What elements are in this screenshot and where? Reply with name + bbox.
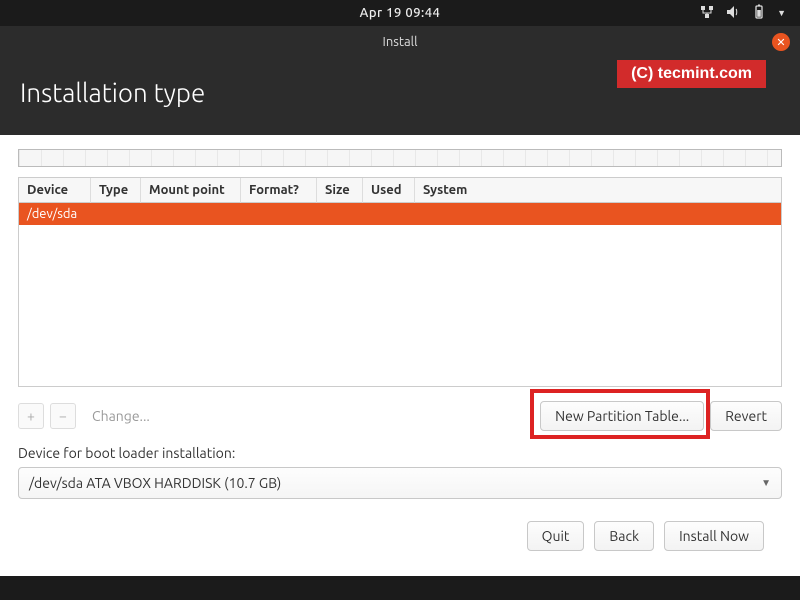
close-icon: ✕ [776,36,785,49]
caret-down-icon[interactable]: ▼ [777,8,786,18]
cell-size [317,203,363,225]
watermark: (C) tecmint.com [617,60,766,88]
plus-icon: + [27,408,35,424]
new-partition-table-button[interactable]: New Partition Table... [540,401,704,431]
bootloader-device-select[interactable]: /dev/sda ATA VBOX HARDDISK (10.7 GB) ▼ [18,467,782,499]
window-title: Install [383,35,418,49]
bottom-bar [0,576,800,600]
bootloader-label: Device for boot loader installation: [18,445,782,461]
col-size: Size [317,178,363,203]
cell-type [91,203,141,225]
disk-usage-bar [18,149,782,167]
clock: Apr 19 09:44 [360,6,441,20]
change-button[interactable]: Change... [82,408,160,424]
add-partition-button[interactable]: + [18,403,44,429]
bootloader-device-value: /dev/sda ATA VBOX HARDDISK (10.7 GB) [29,475,281,491]
back-button[interactable]: Back [594,521,654,551]
network-icon[interactable] [699,4,715,23]
cell-used [363,203,415,225]
cell-mount [141,203,241,225]
col-type: Type [91,178,141,203]
content-area: Device Type Mount point Format? Size Use… [0,135,800,567]
minus-icon: − [59,408,67,424]
col-device: Device [19,178,91,203]
col-system: System [415,178,781,203]
quit-button[interactable]: Quit [527,521,585,551]
cell-system [415,203,781,225]
col-mount: Mount point [141,178,241,203]
volume-icon[interactable] [725,4,741,23]
revert-button[interactable]: Revert [710,401,782,431]
cell-format [241,203,317,225]
install-now-button[interactable]: Install Now [664,521,764,551]
partition-toolbar: + − Change... New Partition Table... Rev… [18,387,782,441]
battery-icon[interactable] [751,4,767,23]
window-titlebar: Install ✕ [0,26,800,58]
remove-partition-button[interactable]: − [50,403,76,429]
system-tray[interactable]: ▼ [699,4,786,23]
table-header: Device Type Mount point Format? Size Use… [19,178,781,203]
caret-down-icon: ▼ [761,477,771,489]
partition-table[interactable]: Device Type Mount point Format? Size Use… [18,177,782,387]
table-row[interactable]: /dev/sda [19,203,781,225]
gnome-top-bar: Apr 19 09:44 ▼ [0,0,800,26]
wizard-footer: Quit Back Install Now [18,499,782,567]
col-format: Format? [241,178,317,203]
col-used: Used [363,178,415,203]
close-button[interactable]: ✕ [772,33,790,51]
cell-device: /dev/sda [19,203,91,225]
